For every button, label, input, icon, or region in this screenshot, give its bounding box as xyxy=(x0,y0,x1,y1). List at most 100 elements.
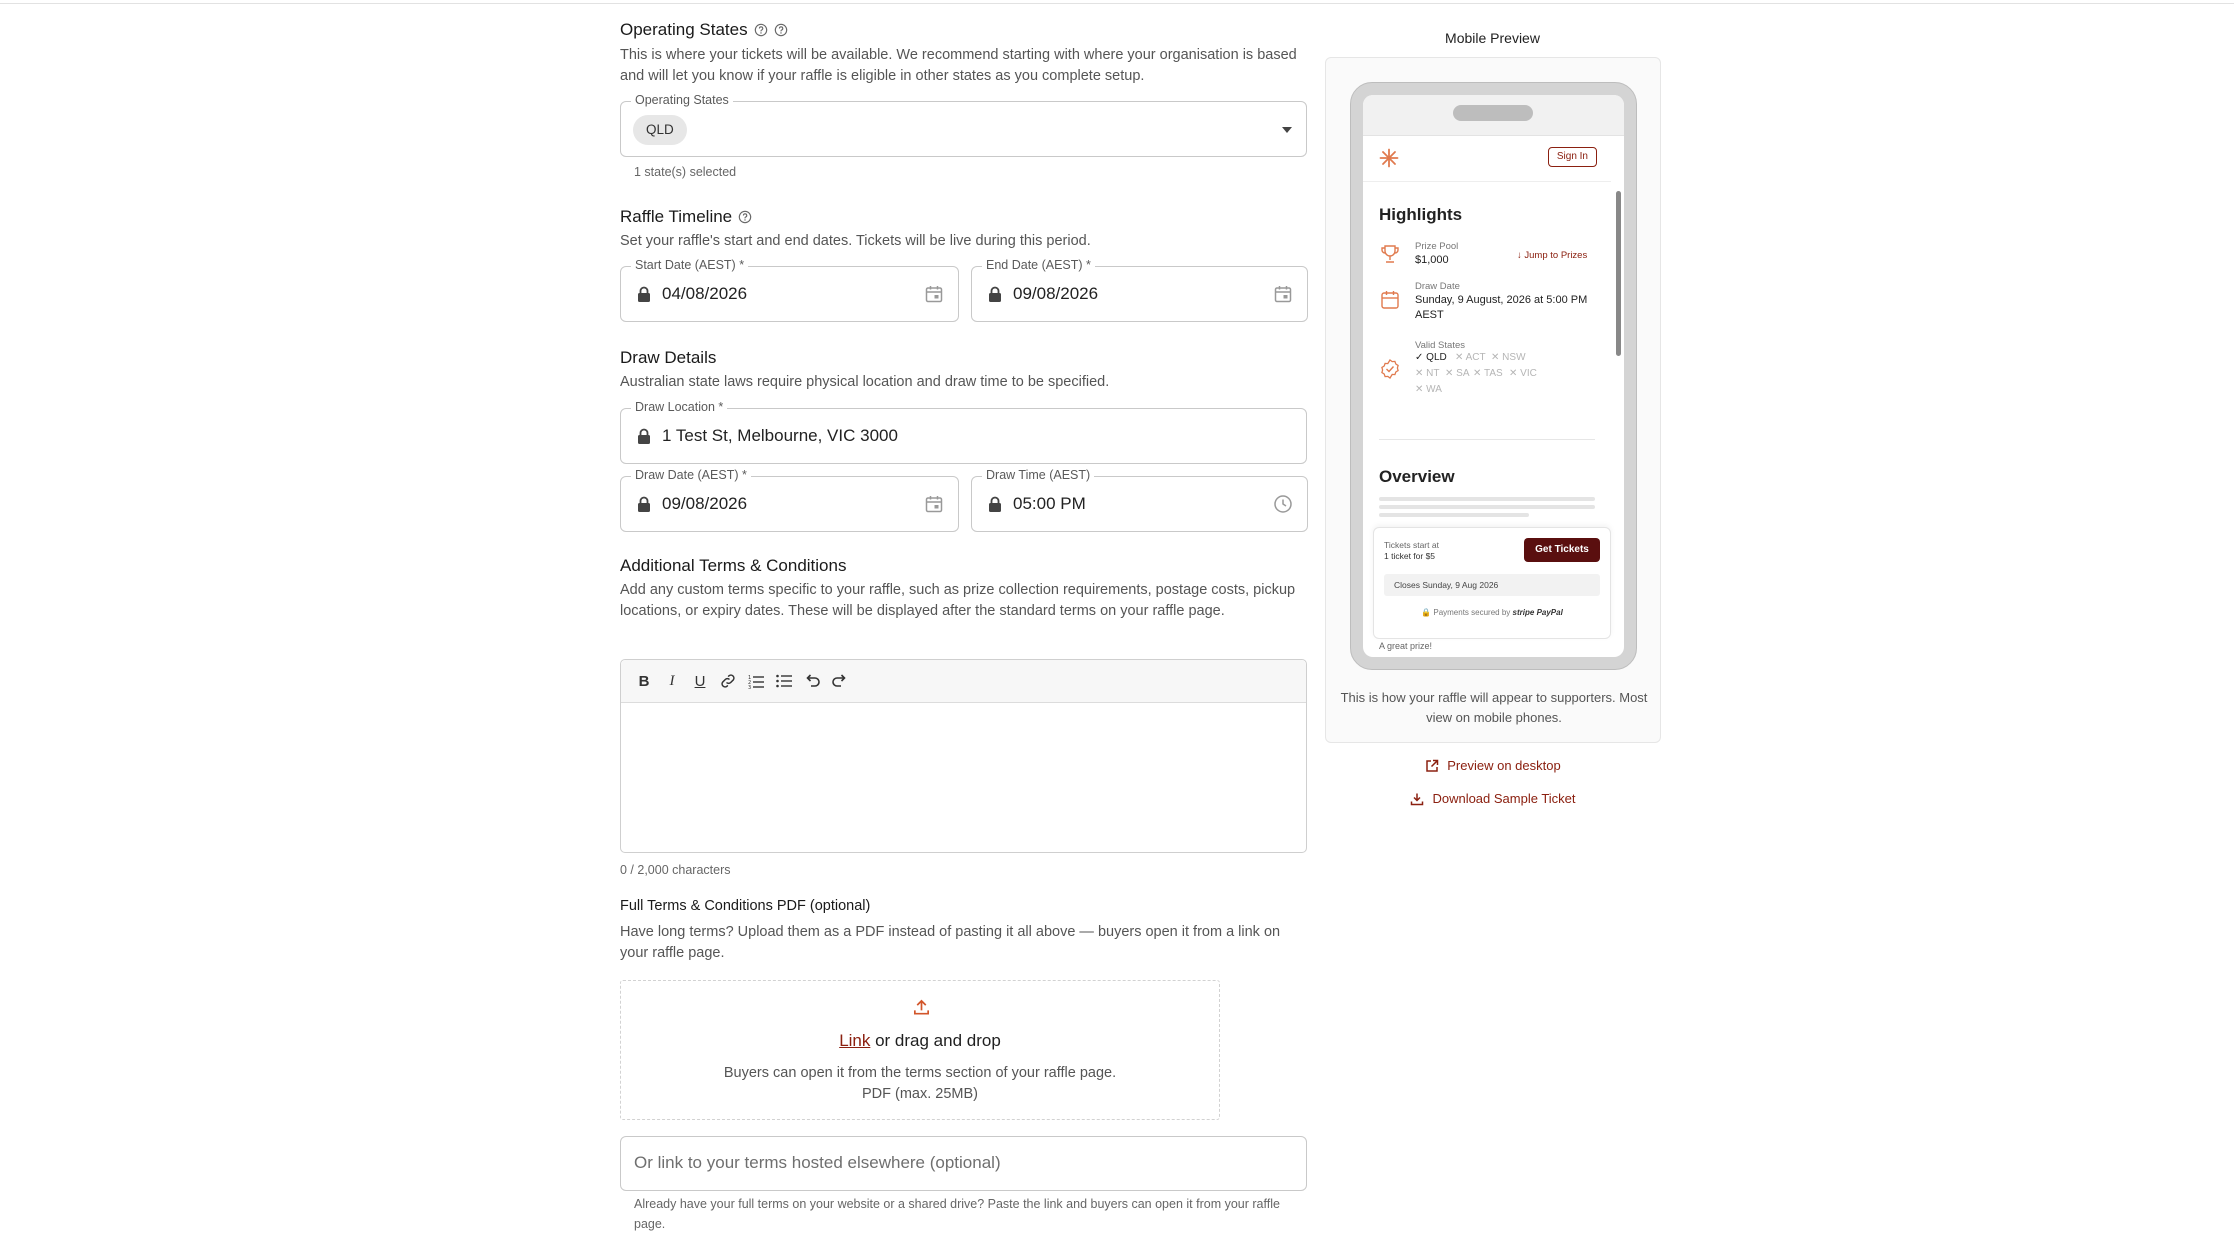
state-nt: ✕ NT xyxy=(1415,368,1440,379)
terms-url-help: Already have your full terms on your web… xyxy=(634,1197,1280,1231)
ticket-price-text: Tickets start at 1 ticket for $5 xyxy=(1384,540,1439,561)
draw-location-field[interactable]: Draw Location * 1 Test St, Melbourne, VI… xyxy=(620,400,1307,464)
svg-text:3: 3 xyxy=(748,685,751,690)
chevron-down-icon[interactable] xyxy=(1282,127,1292,133)
skeleton-line xyxy=(1379,505,1595,509)
lock-icon xyxy=(638,496,650,512)
badge-check-icon xyxy=(1381,359,1399,379)
state-sa: ✕ SA xyxy=(1445,368,1470,379)
terms-url-placeholder: Or link to your terms hosted elsewhere (… xyxy=(634,1153,1001,1172)
state-tas: ✕ TAS xyxy=(1473,368,1503,379)
help-icon[interactable] xyxy=(738,210,752,224)
state-nsw: ✕ NSW xyxy=(1491,352,1526,363)
pdf-title: Full Terms & Conditions PDF (optional) xyxy=(620,898,871,914)
terms-title: Additional Terms & Conditions xyxy=(620,556,847,575)
closes-date: Closes Sunday, 9 Aug 2026 xyxy=(1384,574,1600,596)
terms-description: Add any custom terms specific to your ra… xyxy=(620,582,1296,619)
external-link-icon xyxy=(1426,759,1439,772)
state-chip[interactable]: QLD xyxy=(633,115,687,145)
start-date-field[interactable]: Start Date (AEST) * 04/08/2026 xyxy=(620,258,959,322)
draw-details-description: Australian state laws require physical l… xyxy=(620,374,1110,390)
field-label: Draw Time (AEST) xyxy=(982,468,1095,482)
timeline-title: Raffle Timeline xyxy=(620,207,752,227)
terms-url-input[interactable]: Or link to your terms hosted elsewhere (… xyxy=(620,1136,1307,1191)
draw-time-field[interactable]: Draw Time (AEST) 05:00 PM xyxy=(971,468,1308,532)
draw-location-value: 1 Test St, Melbourne, VIC 3000 xyxy=(662,426,898,445)
paypal-logo: PayPal xyxy=(1536,608,1563,617)
divider xyxy=(1379,439,1595,440)
preview-desktop-link[interactable]: Preview on desktop xyxy=(1325,758,1661,773)
calendar-icon[interactable] xyxy=(1273,284,1293,304)
end-date-value: 09/08/2026 xyxy=(1013,284,1099,303)
trophy-icon xyxy=(1381,245,1399,263)
states-count: 1 state(s) selected xyxy=(634,165,737,179)
bullet-list-icon[interactable] xyxy=(775,672,793,690)
start-date-value: 04/08/2026 xyxy=(662,284,748,303)
highlights-title: Highlights xyxy=(1379,205,1463,224)
calendar-icon[interactable] xyxy=(924,284,944,304)
help-icon[interactable] xyxy=(774,23,788,37)
field-label: Draw Location * xyxy=(631,400,728,414)
italic-button[interactable]: I xyxy=(663,672,681,690)
ticket-purchase-card: Tickets start at 1 ticket for $5 Get Tic… xyxy=(1373,527,1611,639)
underline-button[interactable]: U xyxy=(691,672,709,690)
draw-date-field[interactable]: Draw Date (AEST) * 09/08/2026 xyxy=(620,468,959,532)
editor-toolbar: B I U 123 xyxy=(621,660,1306,703)
phone-frame: Sign In Highlights Prize Pool $1,000 ↓ J… xyxy=(1350,82,1637,670)
prize-preview-text: A great prize! xyxy=(1379,641,1433,651)
terms-rich-text-editor[interactable]: B I U 123 xyxy=(620,659,1307,853)
scroll-thumb[interactable] xyxy=(1616,191,1621,356)
state-vic: ✕ VIC xyxy=(1509,368,1537,379)
field-label: Operating States xyxy=(631,93,733,107)
operating-states-select[interactable]: Operating States QLD xyxy=(620,93,1307,157)
scrollbar[interactable] xyxy=(1616,141,1621,646)
phone-screen[interactable]: Sign In Highlights Prize Pool $1,000 ↓ J… xyxy=(1363,95,1624,657)
bold-button[interactable]: B xyxy=(635,672,653,690)
undo-icon[interactable] xyxy=(803,672,821,690)
dropzone-hint: Buyers can open it from the terms sectio… xyxy=(723,1065,1117,1102)
char-count: 0 / 2,000 characters xyxy=(620,863,731,877)
state-act: ✕ ACT xyxy=(1455,352,1486,363)
upload-icon xyxy=(913,999,930,1015)
link-icon[interactable] xyxy=(719,672,737,690)
pdf-description: Have long terms? Upload them as a PDF in… xyxy=(620,924,1281,961)
jump-to-prizes-link[interactable]: ↓ Jump to Prizes xyxy=(1517,250,1587,261)
lock-icon xyxy=(989,286,1001,302)
lock-icon xyxy=(638,428,650,444)
draw-time-value: 05:00 PM xyxy=(1013,494,1086,513)
calendar-icon[interactable] xyxy=(924,494,944,514)
preview-caption: This is how your raffle will appear to s… xyxy=(1340,690,1648,725)
numbered-list-icon[interactable]: 123 xyxy=(747,672,765,690)
timeline-description: Set your raffle's start and end dates. T… xyxy=(620,233,1091,249)
operating-states-description: This is where your tickets will be avail… xyxy=(620,47,1297,84)
operating-states-title: Operating States xyxy=(620,20,788,40)
field-label: End Date (AEST) * xyxy=(982,258,1095,272)
download-icon xyxy=(1411,793,1424,805)
mobile-preview-card: Sign In Highlights Prize Pool $1,000 ↓ J… xyxy=(1325,57,1661,743)
stripe-logo: stripe xyxy=(1512,608,1535,617)
mobile-preview-title: Mobile Preview xyxy=(1445,30,1540,46)
redo-icon[interactable] xyxy=(831,672,849,690)
skeleton-line xyxy=(1379,497,1595,501)
help-icon[interactable] xyxy=(754,23,768,37)
payments-secured: 🔒 Payments secured by stripe PayPal xyxy=(1421,608,1563,617)
pdf-dropzone[interactable]: Link or drag and drop Buyers can open it… xyxy=(620,980,1220,1120)
draw-date-value: 09/08/2026 xyxy=(662,494,748,513)
calendar-icon xyxy=(1381,291,1399,309)
field-label: Start Date (AEST) * xyxy=(631,258,749,272)
sign-in-button[interactable]: Sign In xyxy=(1547,147,1597,167)
upload-link[interactable]: Link xyxy=(839,1031,870,1050)
skeleton-line xyxy=(1379,513,1529,517)
draw-details-title: Draw Details xyxy=(620,348,717,367)
download-sample-ticket-link[interactable]: Download Sample Ticket xyxy=(1325,791,1661,806)
logo-asterisk-icon xyxy=(1379,148,1399,168)
dropzone-label: Link or drag and drop xyxy=(839,1031,1001,1050)
lock-icon xyxy=(989,496,1001,512)
state-wa: ✕ WA xyxy=(1415,384,1442,395)
lock-icon xyxy=(638,286,650,302)
overview-title: Overview xyxy=(1379,467,1455,486)
clock-icon[interactable] xyxy=(1273,494,1293,514)
top-divider xyxy=(0,3,2234,4)
get-tickets-button[interactable]: Get Tickets xyxy=(1524,538,1600,562)
end-date-field[interactable]: End Date (AEST) * 09/08/2026 xyxy=(971,258,1308,322)
